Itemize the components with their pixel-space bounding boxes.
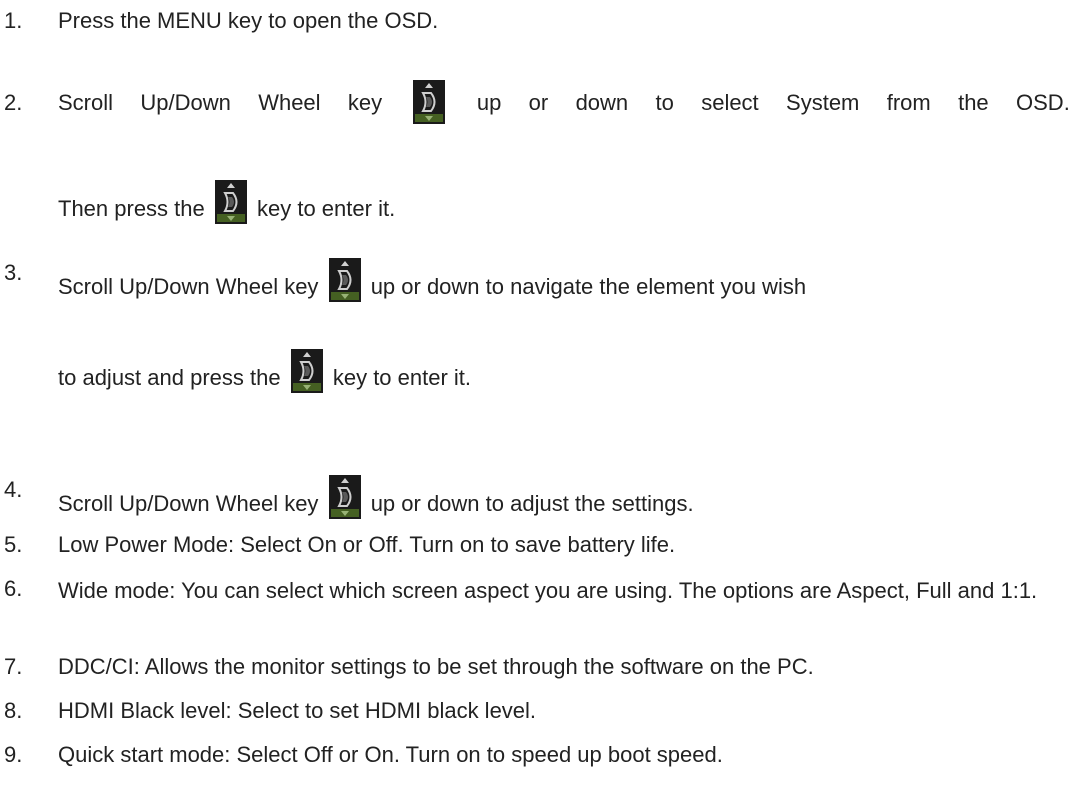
step-text: Wide mode: You can select which screen a…	[58, 578, 1038, 603]
step-number: 3.	[4, 260, 23, 285]
scroll-wheel-key-icon	[329, 258, 361, 302]
step-text: HDMI Black level: Select to set HDMI bla…	[58, 698, 537, 723]
step-text: DDC/CI: Allows the monitor settings to b…	[58, 654, 814, 679]
step-text: Then press the	[58, 196, 205, 221]
step-number: 7.	[4, 654, 23, 679]
scroll-wheel-key-icon	[413, 80, 445, 124]
step-number: 9.	[4, 742, 23, 767]
step-number: 8.	[4, 698, 23, 723]
step-text: Press the MENU key to open the OSD.	[58, 8, 439, 33]
step-number: 2.	[4, 90, 23, 115]
step-text: up or down to adjust the settings.	[370, 491, 694, 516]
step-number: 1.	[4, 8, 23, 33]
step-number: 4.	[4, 477, 23, 502]
step-number: 6.	[4, 576, 23, 601]
step-number: 5.	[4, 532, 23, 557]
step-text: key to enter it.	[257, 196, 396, 221]
step-text: Quick start mode: Select Off or On. Turn…	[58, 742, 723, 767]
step-text: up or down to navigate the element you w…	[370, 274, 807, 299]
step-text: Scroll Up/Down Wheel key	[58, 274, 319, 299]
step-text-line1: Scroll Up/Down Wheel key up or down to s…	[58, 88, 1070, 124]
scroll-wheel-key-icon	[329, 475, 361, 519]
scroll-wheel-key-icon	[291, 349, 323, 393]
step-text: key to enter it.	[332, 365, 472, 390]
step-text: Low Power Mode: Select On or Off. Turn o…	[58, 532, 676, 557]
step-text: to adjust and press the	[58, 365, 281, 390]
step-text: Scroll Up/Down Wheel key	[58, 491, 319, 516]
scroll-wheel-key-icon	[215, 180, 247, 224]
